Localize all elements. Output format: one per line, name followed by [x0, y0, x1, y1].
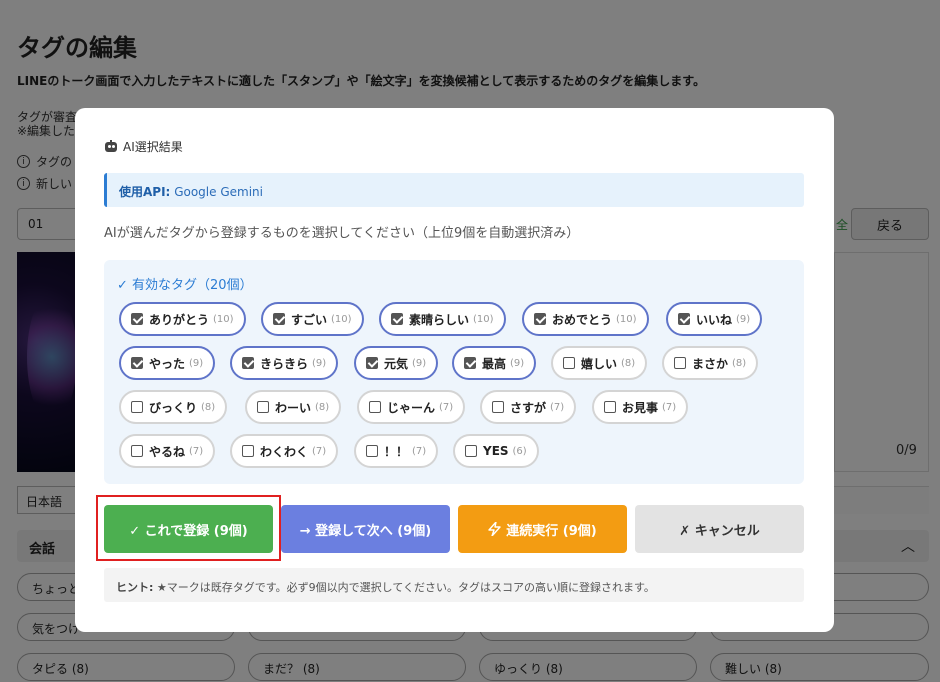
checkbox[interactable]: [391, 313, 403, 325]
robot-icon: [104, 140, 118, 153]
tag-name: 最高: [482, 356, 507, 371]
tag-option[interactable]: YES (6): [453, 434, 539, 468]
tag-score: (10): [331, 313, 352, 325]
tag-score: (7): [189, 445, 204, 457]
tag-name: じゃーん: [387, 400, 436, 415]
checkbox[interactable]: [563, 357, 575, 369]
tag-option[interactable]: ありがとう (10): [119, 302, 246, 336]
modal-title: AI選択結果: [123, 140, 183, 154]
tag-option[interactable]: じゃーん (7): [357, 390, 466, 424]
tag-option[interactable]: わくわく (7): [230, 434, 339, 468]
checkbox[interactable]: [242, 357, 254, 369]
checkbox[interactable]: [131, 445, 143, 457]
tag-name: 嬉しい: [581, 356, 618, 371]
checkbox[interactable]: [604, 401, 616, 413]
checkbox[interactable]: [131, 401, 143, 413]
checkbox[interactable]: [465, 445, 477, 457]
continuous-run-label: 連続実行 (9個): [506, 523, 597, 539]
api-label: 使用API:: [119, 185, 171, 199]
tag-score: (8): [315, 401, 330, 413]
tag-score: (9): [510, 357, 525, 369]
lightning-icon: [488, 522, 501, 536]
checkbox[interactable]: [366, 445, 378, 457]
tag-option[interactable]: 素晴らしい (10): [379, 302, 506, 336]
checkbox[interactable]: [257, 401, 269, 413]
hint-box: ヒント: ★マークは既存タグです。必ず9個以内で選択してください。タグはスコアの…: [104, 568, 804, 602]
api-value: Google Gemini: [174, 185, 263, 199]
tag-option[interactable]: いいね (9): [666, 302, 763, 336]
hint-text: ★マークは既存タグです。必ず9個以内で選択してください。タグはスコアの高い順に登…: [153, 581, 655, 594]
checkbox[interactable]: [678, 313, 690, 325]
tag-option[interactable]: わーい (8): [245, 390, 342, 424]
tag-name: すごい: [291, 312, 328, 327]
tag-option[interactable]: すごい (10): [261, 302, 364, 336]
tag-score: (7): [550, 401, 565, 413]
checkbox[interactable]: [369, 401, 381, 413]
checkbox[interactable]: [242, 445, 254, 457]
tag-name: びっくり: [149, 400, 198, 415]
tag-score: (9): [736, 313, 751, 325]
tag-score: (7): [312, 445, 327, 457]
tag-name: やるね: [149, 444, 186, 459]
tag-option[interactable]: やるね (7): [119, 434, 216, 468]
tag-name: わーい: [275, 400, 312, 415]
tag-name: ！！: [384, 444, 409, 459]
tag-score: (6): [512, 445, 527, 457]
tag-option[interactable]: 嬉しい (8): [551, 346, 648, 380]
tag-name: やった: [149, 356, 186, 371]
valid-tags-heading: ✓ 有効なタグ（20個）: [117, 278, 253, 293]
tag-name: いいね: [696, 312, 733, 327]
instruction-text: AIが選んだタグから登録するものを選択してください（上位9個を自動選択済み）: [104, 226, 580, 241]
checkbox[interactable]: [492, 401, 504, 413]
tag-score: (9): [312, 357, 327, 369]
tag-score: (8): [201, 401, 216, 413]
tag-name: わくわく: [260, 444, 309, 459]
register-button[interactable]: ✓ これで登録 (9個): [104, 505, 273, 553]
tag-option[interactable]: 最高 (9): [452, 346, 537, 380]
tag-score: (9): [412, 357, 427, 369]
tag-name: 元気: [384, 356, 409, 371]
tag-score: (8): [732, 357, 747, 369]
tag-option[interactable]: ！！ (7): [354, 434, 439, 468]
tag-score: (10): [473, 313, 494, 325]
tag-name: お見事: [622, 400, 659, 415]
checkbox[interactable]: [131, 357, 143, 369]
checkbox[interactable]: [534, 313, 546, 325]
tag-name: まさか: [692, 356, 729, 371]
tag-score: (8): [621, 357, 636, 369]
checkbox[interactable]: [674, 357, 686, 369]
modal-header: AI選択結果: [104, 138, 183, 155]
tag-option[interactable]: 元気 (9): [354, 346, 439, 380]
tag-score: (7): [662, 401, 677, 413]
checkbox[interactable]: [273, 313, 285, 325]
tag-option[interactable]: まさか (8): [662, 346, 759, 380]
checkbox[interactable]: [464, 357, 476, 369]
continuous-run-button[interactable]: 連続実行 (9個): [458, 505, 627, 553]
tag-name: さすが: [510, 400, 547, 415]
tag-score: (9): [189, 357, 204, 369]
valid-tags-box: ✓ 有効なタグ（20個） ありがとう (10) すごい (10) 素晴らしい (10)…: [104, 260, 804, 484]
tag-name: YES: [483, 444, 509, 458]
checkbox[interactable]: [366, 357, 378, 369]
tag-score: (7): [439, 401, 454, 413]
checkbox[interactable]: [131, 313, 143, 325]
ai-selection-modal: AI選択結果 使用API: Google Gemini AIが選んだタグから登録…: [75, 108, 834, 632]
tag-option[interactable]: びっくり (8): [119, 390, 228, 424]
tag-option[interactable]: きらきら (9): [230, 346, 339, 380]
tag-score: (7): [412, 445, 427, 457]
tag-option[interactable]: おめでとう (10): [522, 302, 649, 336]
tag-option[interactable]: さすが (7): [480, 390, 577, 424]
tag-score: (10): [213, 313, 234, 325]
tag-name: おめでとう: [552, 312, 613, 327]
tag-option[interactable]: やった (9): [119, 346, 216, 380]
tag-name: ありがとう: [149, 312, 210, 327]
tag-name: きらきら: [260, 356, 309, 371]
cancel-button[interactable]: ✗ キャンセル: [635, 505, 804, 553]
api-info-box: 使用API: Google Gemini: [104, 173, 804, 207]
tag-name: 素晴らしい: [409, 312, 470, 327]
tag-option[interactable]: お見事 (7): [592, 390, 689, 424]
hint-label: ヒント:: [116, 581, 154, 594]
tag-score: (10): [616, 313, 637, 325]
register-next-button[interactable]: → 登録して次へ (9個): [281, 505, 450, 553]
